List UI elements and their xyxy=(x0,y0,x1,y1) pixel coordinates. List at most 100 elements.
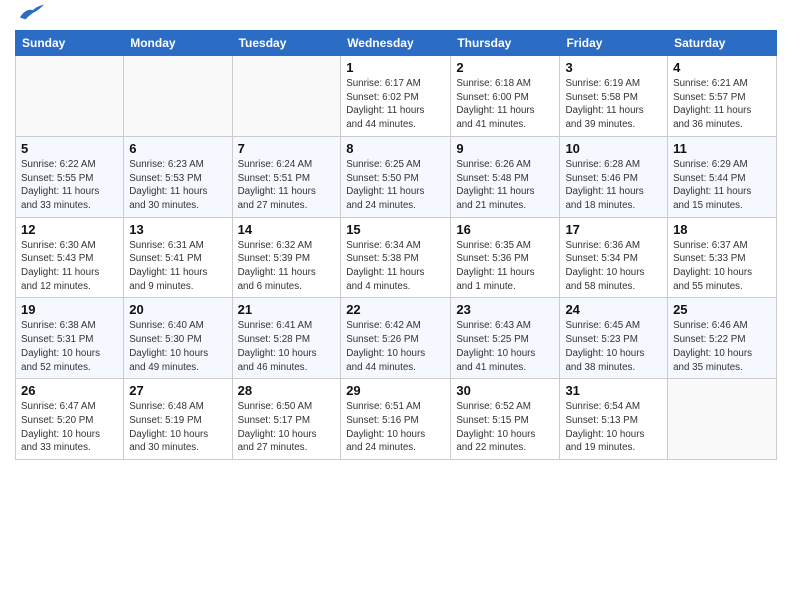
calendar-cell: 13 Sunrise: 6:31 AM Sunset: 5:41 PM Dayli… xyxy=(124,217,232,298)
calendar-cell: 22 Sunrise: 6:42 AM Sunset: 5:26 PM Dayli… xyxy=(341,298,451,379)
day-info: Sunrise: 6:23 AM Sunset: 5:53 PM Dayligh… xyxy=(129,158,226,213)
week-row-5: 26 Sunrise: 6:47 AM Sunset: 5:20 PM Dayli… xyxy=(16,379,777,460)
week-row-4: 19 Sunrise: 6:38 AM Sunset: 5:31 PM Dayli… xyxy=(16,298,777,379)
day-info: Sunrise: 6:47 AM Sunset: 5:20 PM Dayligh… xyxy=(21,400,118,455)
calendar-cell: 20Sunrise: 6:40 AM Sunset: 5:30 PM Dayli… xyxy=(124,298,232,379)
calendar-cell: 15 Sunrise: 6:34 AM Sunset: 5:38 PM Dayli… xyxy=(341,217,451,298)
day-number: 9 xyxy=(456,141,554,156)
day-number: 8 xyxy=(346,141,445,156)
day-number: 10 xyxy=(565,141,662,156)
day-info: Sunrise: 6:36 AM Sunset: 5:34 PM Dayligh… xyxy=(565,239,662,294)
calendar-cell: 17Sunrise: 6:36 AM Sunset: 5:34 PM Dayli… xyxy=(560,217,668,298)
day-number: 26 xyxy=(21,383,118,398)
day-info: Sunrise: 6:28 AM Sunset: 5:46 PM Dayligh… xyxy=(565,158,662,213)
day-number: 3 xyxy=(565,60,662,75)
calendar-cell: 9 Sunrise: 6:26 AM Sunset: 5:48 PM Daylig… xyxy=(451,136,560,217)
day-info: Sunrise: 6:38 AM Sunset: 5:31 PM Dayligh… xyxy=(21,319,118,374)
day-number: 11 xyxy=(673,141,771,156)
calendar-cell: 5 Sunrise: 6:22 AM Sunset: 5:55 PM Daylig… xyxy=(16,136,124,217)
logo xyxy=(15,10,46,22)
week-row-3: 12 Sunrise: 6:30 AM Sunset: 5:43 PM Dayli… xyxy=(16,217,777,298)
calendar-cell xyxy=(668,379,777,460)
column-header-tuesday: Tuesday xyxy=(232,31,341,56)
column-header-sunday: Sunday xyxy=(16,31,124,56)
day-number: 25 xyxy=(673,302,771,317)
day-info: Sunrise: 6:34 AM Sunset: 5:38 PM Dayligh… xyxy=(346,239,445,294)
calendar-cell: 29 Sunrise: 6:51 AM Sunset: 5:16 PM Dayli… xyxy=(341,379,451,460)
day-number: 23 xyxy=(456,302,554,317)
day-info: Sunrise: 6:30 AM Sunset: 5:43 PM Dayligh… xyxy=(21,239,118,294)
day-info: Sunrise: 6:21 AM Sunset: 5:57 PM Dayligh… xyxy=(673,77,771,132)
day-info: Sunrise: 6:42 AM Sunset: 5:26 PM Dayligh… xyxy=(346,319,445,374)
calendar-cell: 23 Sunrise: 6:43 AM Sunset: 5:25 PM Dayli… xyxy=(451,298,560,379)
day-number: 7 xyxy=(238,141,336,156)
calendar-cell: 1Sunrise: 6:17 AM Sunset: 6:02 PM Daylig… xyxy=(341,56,451,137)
day-number: 13 xyxy=(129,222,226,237)
day-number: 22 xyxy=(346,302,445,317)
day-number: 31 xyxy=(565,383,662,398)
day-info: Sunrise: 6:18 AM Sunset: 6:00 PM Dayligh… xyxy=(456,77,554,132)
page: SundayMondayTuesdayWednesdayThursdayFrid… xyxy=(0,0,792,612)
calendar-cell: 8 Sunrise: 6:25 AM Sunset: 5:50 PM Daylig… xyxy=(341,136,451,217)
day-info: Sunrise: 6:43 AM Sunset: 5:25 PM Dayligh… xyxy=(456,319,554,374)
calendar-cell: 3Sunrise: 6:19 AM Sunset: 5:58 PM Daylig… xyxy=(560,56,668,137)
day-info: Sunrise: 6:51 AM Sunset: 5:16 PM Dayligh… xyxy=(346,400,445,455)
day-info: Sunrise: 6:52 AM Sunset: 5:15 PM Dayligh… xyxy=(456,400,554,455)
calendar-cell: 30 Sunrise: 6:52 AM Sunset: 5:15 PM Dayli… xyxy=(451,379,560,460)
day-number: 6 xyxy=(129,141,226,156)
calendar-cell: 4 Sunrise: 6:21 AM Sunset: 5:57 PM Daylig… xyxy=(668,56,777,137)
day-info: Sunrise: 6:37 AM Sunset: 5:33 PM Dayligh… xyxy=(673,239,771,294)
day-info: Sunrise: 6:17 AM Sunset: 6:02 PM Dayligh… xyxy=(346,77,445,132)
calendar-cell: 7 Sunrise: 6:24 AM Sunset: 5:51 PM Daylig… xyxy=(232,136,341,217)
logo-bird-icon xyxy=(18,0,46,22)
calendar-cell: 25 Sunrise: 6:46 AM Sunset: 5:22 PM Dayli… xyxy=(668,298,777,379)
calendar-cell xyxy=(232,56,341,137)
day-info: Sunrise: 6:31 AM Sunset: 5:41 PM Dayligh… xyxy=(129,239,226,294)
week-row-2: 5 Sunrise: 6:22 AM Sunset: 5:55 PM Daylig… xyxy=(16,136,777,217)
calendar-cell: 6 Sunrise: 6:23 AM Sunset: 5:53 PM Daylig… xyxy=(124,136,232,217)
column-header-saturday: Saturday xyxy=(668,31,777,56)
column-header-friday: Friday xyxy=(560,31,668,56)
day-info: Sunrise: 6:50 AM Sunset: 5:17 PM Dayligh… xyxy=(238,400,336,455)
day-number: 29 xyxy=(346,383,445,398)
day-number: 16 xyxy=(456,222,554,237)
column-header-monday: Monday xyxy=(124,31,232,56)
calendar-cell: 28 Sunrise: 6:50 AM Sunset: 5:17 PM Dayli… xyxy=(232,379,341,460)
day-number: 15 xyxy=(346,222,445,237)
day-info: Sunrise: 6:54 AM Sunset: 5:13 PM Dayligh… xyxy=(565,400,662,455)
day-info: Sunrise: 6:45 AM Sunset: 5:23 PM Dayligh… xyxy=(565,319,662,374)
day-info: Sunrise: 6:24 AM Sunset: 5:51 PM Dayligh… xyxy=(238,158,336,213)
calendar-cell: 18 Sunrise: 6:37 AM Sunset: 5:33 PM Dayli… xyxy=(668,217,777,298)
week-row-1: 1Sunrise: 6:17 AM Sunset: 6:02 PM Daylig… xyxy=(16,56,777,137)
calendar-cell: 19 Sunrise: 6:38 AM Sunset: 5:31 PM Dayli… xyxy=(16,298,124,379)
day-number: 20 xyxy=(129,302,226,317)
calendar-cell: 16Sunrise: 6:35 AM Sunset: 5:36 PM Dayli… xyxy=(451,217,560,298)
day-number: 14 xyxy=(238,222,336,237)
day-number: 19 xyxy=(21,302,118,317)
calendar-header-row: SundayMondayTuesdayWednesdayThursdayFrid… xyxy=(16,31,777,56)
day-number: 30 xyxy=(456,383,554,398)
day-number: 21 xyxy=(238,302,336,317)
day-number: 18 xyxy=(673,222,771,237)
calendar-cell: 14 Sunrise: 6:32 AM Sunset: 5:39 PM Dayli… xyxy=(232,217,341,298)
day-info: Sunrise: 6:41 AM Sunset: 5:28 PM Dayligh… xyxy=(238,319,336,374)
day-number: 12 xyxy=(21,222,118,237)
day-number: 5 xyxy=(21,141,118,156)
day-info: Sunrise: 6:26 AM Sunset: 5:48 PM Dayligh… xyxy=(456,158,554,213)
calendar-cell: 2Sunrise: 6:18 AM Sunset: 6:00 PM Daylig… xyxy=(451,56,560,137)
day-info: Sunrise: 6:46 AM Sunset: 5:22 PM Dayligh… xyxy=(673,319,771,374)
day-info: Sunrise: 6:29 AM Sunset: 5:44 PM Dayligh… xyxy=(673,158,771,213)
header xyxy=(15,10,777,22)
calendar-cell: 24 Sunrise: 6:45 AM Sunset: 5:23 PM Dayli… xyxy=(560,298,668,379)
calendar-cell: 27Sunrise: 6:48 AM Sunset: 5:19 PM Dayli… xyxy=(124,379,232,460)
column-header-thursday: Thursday xyxy=(451,31,560,56)
calendar-cell: 26 Sunrise: 6:47 AM Sunset: 5:20 PM Dayli… xyxy=(16,379,124,460)
day-number: 28 xyxy=(238,383,336,398)
day-info: Sunrise: 6:32 AM Sunset: 5:39 PM Dayligh… xyxy=(238,239,336,294)
day-info: Sunrise: 6:25 AM Sunset: 5:50 PM Dayligh… xyxy=(346,158,445,213)
day-number: 24 xyxy=(565,302,662,317)
day-info: Sunrise: 6:22 AM Sunset: 5:55 PM Dayligh… xyxy=(21,158,118,213)
calendar-cell: 10 Sunrise: 6:28 AM Sunset: 5:46 PM Dayli… xyxy=(560,136,668,217)
calendar-cell: 12 Sunrise: 6:30 AM Sunset: 5:43 PM Dayli… xyxy=(16,217,124,298)
day-number: 4 xyxy=(673,60,771,75)
